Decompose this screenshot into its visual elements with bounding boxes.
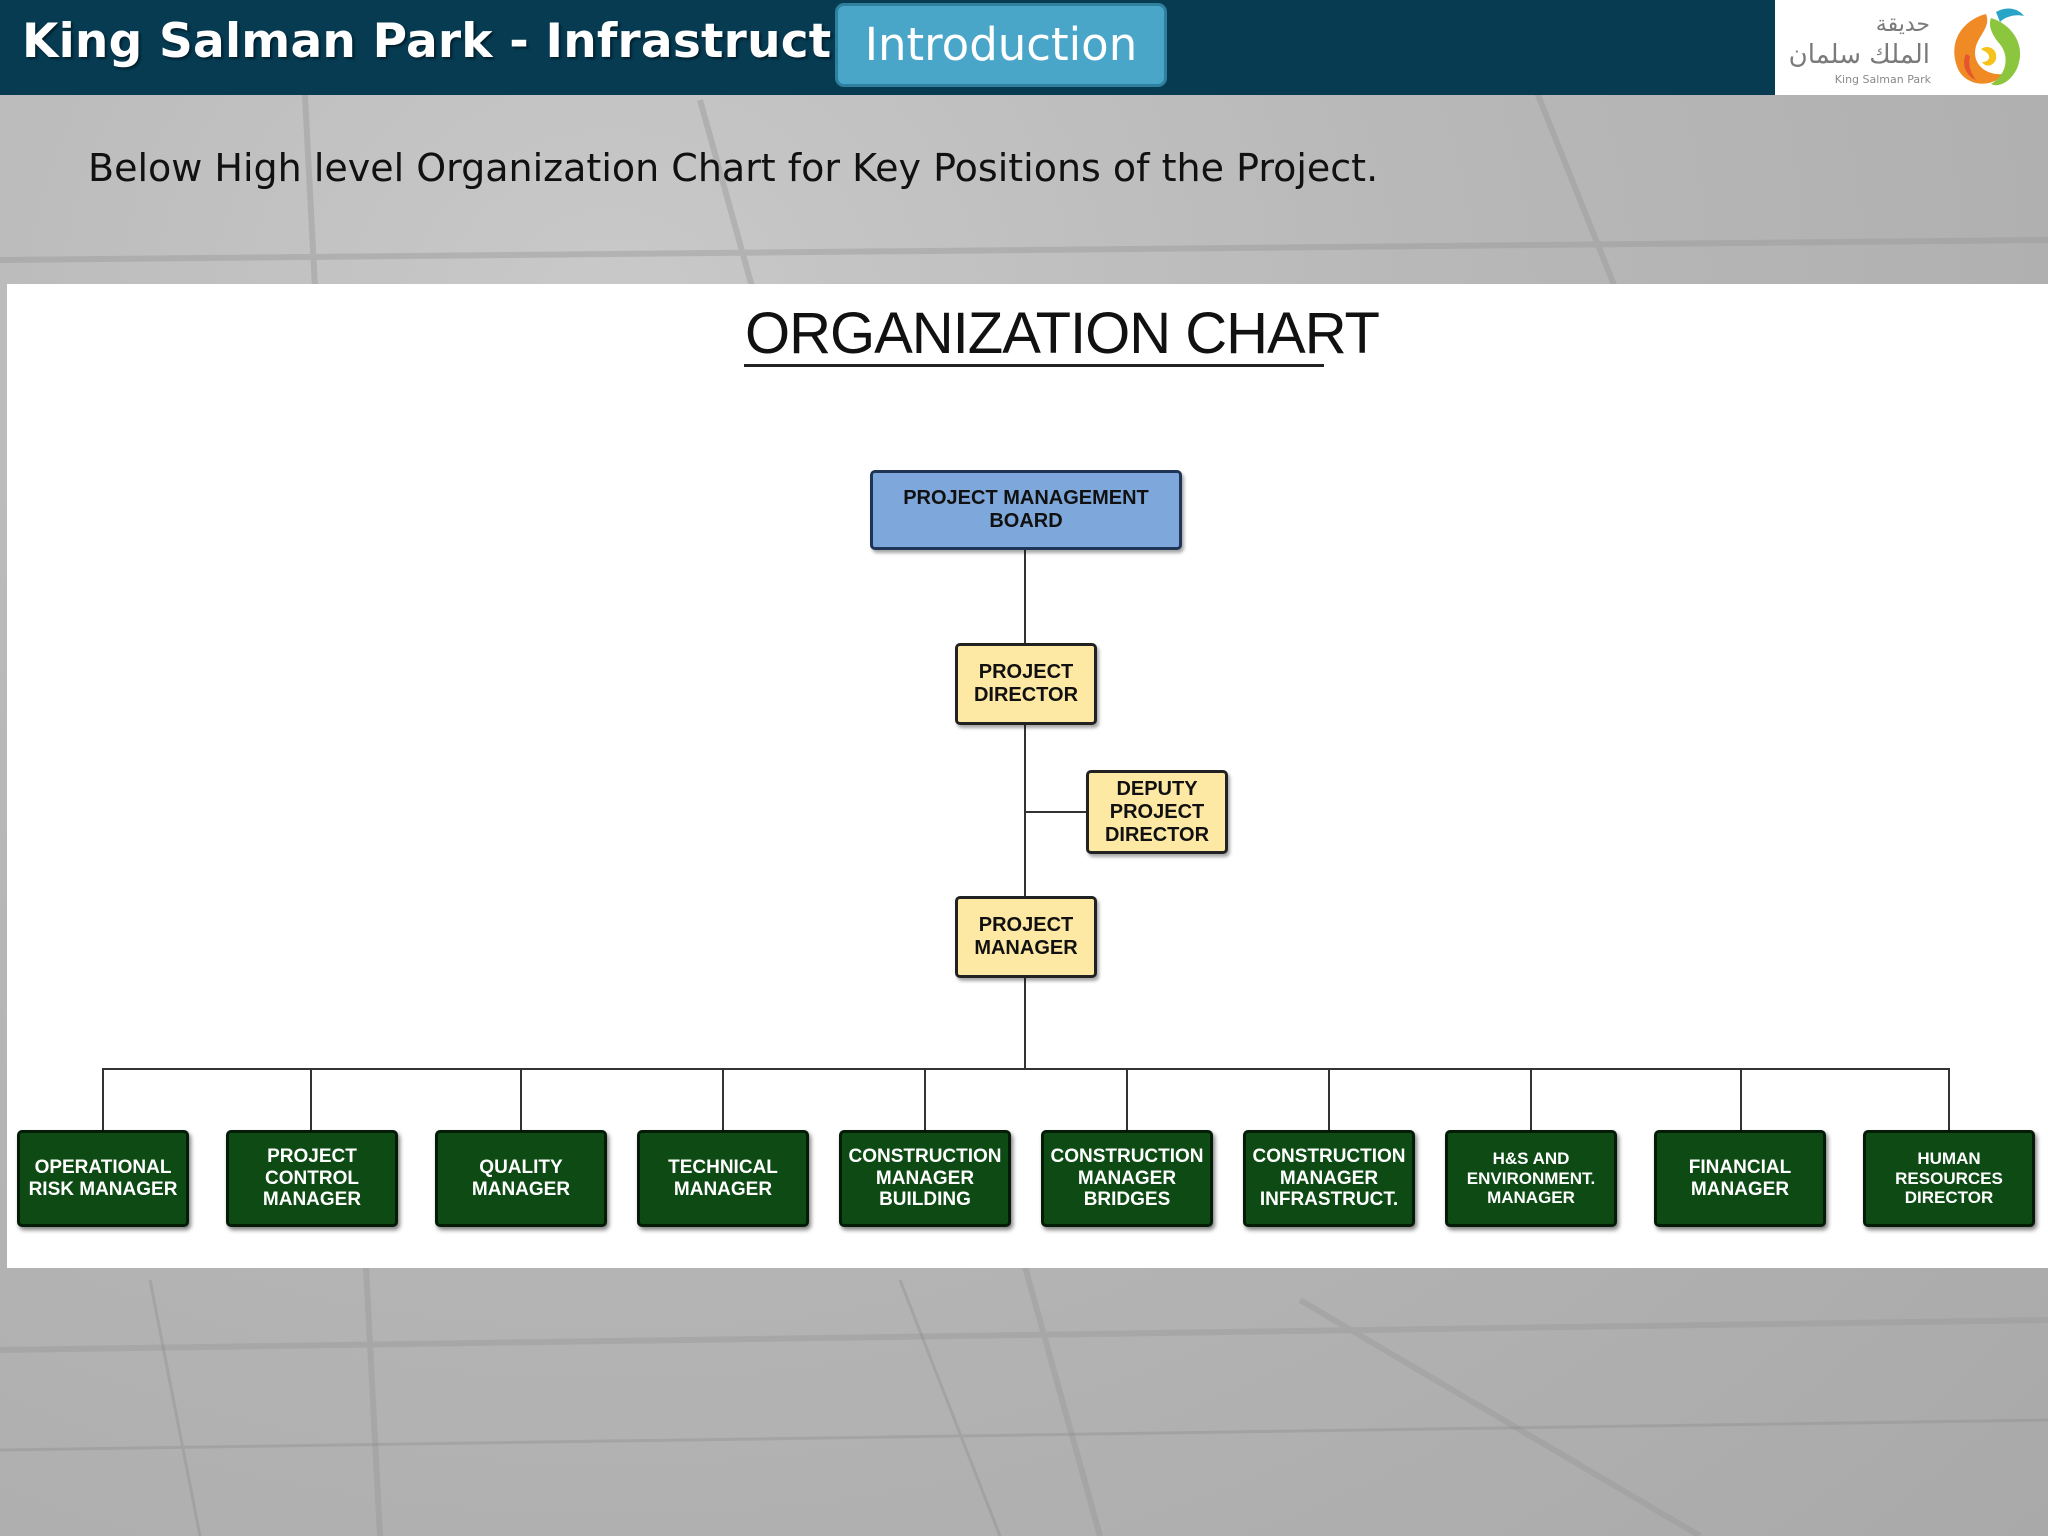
connector-manager-to-bus bbox=[1024, 976, 1026, 1070]
connector-drop-8 bbox=[1530, 1068, 1532, 1130]
manager-box-5: CONSTRUCTION MANAGER BUILDING bbox=[839, 1130, 1011, 1227]
deputy-project-director-box: DEPUTY PROJECT DIRECTOR bbox=[1086, 770, 1228, 854]
logo-emblem-icon bbox=[1954, 8, 2024, 86]
manager-box-4: TECHNICAL MANAGER bbox=[637, 1130, 809, 1227]
logo-english-text: King Salman Park bbox=[1834, 73, 1931, 86]
manager-box-1: OPERATIONAL RISK MANAGER bbox=[17, 1130, 189, 1227]
logo-arabic-line1: حديقة bbox=[1875, 12, 1930, 37]
manager-box-7: CONSTRUCTION MANAGER INFRASTRUCT. bbox=[1243, 1130, 1415, 1227]
connector-drop-1 bbox=[102, 1068, 104, 1130]
project-manager-box: PROJECT MANAGER bbox=[955, 896, 1097, 978]
project-management-board-box: PROJECT MANAGEMENT BOARD bbox=[870, 470, 1182, 550]
connector-horizontal-bus bbox=[102, 1068, 1950, 1070]
manager-box-6: CONSTRUCTION MANAGER BRIDGES bbox=[1041, 1130, 1213, 1227]
chart-title-underline bbox=[744, 364, 1324, 367]
connector-deputy bbox=[1025, 811, 1087, 813]
page-title: King Salman Park - Infrastructure bbox=[22, 14, 921, 69]
slide-subtitle: Below High level Organization Chart for … bbox=[88, 146, 1379, 190]
logo-arabic-line2: الملك سلمان bbox=[1788, 40, 1930, 70]
connector-drop-4 bbox=[722, 1068, 724, 1130]
king-salman-park-logo: حديقة الملك سلمان King Salman Park bbox=[1775, 0, 2048, 95]
manager-box-3: QUALITY MANAGER bbox=[435, 1130, 607, 1227]
chart-title: ORGANIZATION CHART bbox=[745, 301, 1380, 366]
connector-drop-3 bbox=[520, 1068, 522, 1130]
manager-box-8: H&S AND ENVIRONMENT. MANAGER bbox=[1445, 1130, 1617, 1227]
connector-drop-10 bbox=[1948, 1068, 1950, 1130]
connector-drop-6 bbox=[1126, 1068, 1128, 1130]
manager-box-10: HUMAN RESOURCES DIRECTOR bbox=[1863, 1130, 2035, 1227]
connector-board-to-director bbox=[1024, 548, 1026, 644]
manager-box-2: PROJECT CONTROL MANAGER bbox=[226, 1130, 398, 1227]
connector-drop-9 bbox=[1740, 1068, 1742, 1130]
project-director-box: PROJECT DIRECTOR bbox=[955, 643, 1097, 725]
manager-box-9: FINANCIAL MANAGER bbox=[1654, 1130, 1826, 1227]
introduction-tab-button[interactable]: Introduction bbox=[835, 3, 1167, 87]
connector-drop-7 bbox=[1328, 1068, 1330, 1130]
connector-drop-5 bbox=[924, 1068, 926, 1130]
connector-drop-2 bbox=[310, 1068, 312, 1130]
